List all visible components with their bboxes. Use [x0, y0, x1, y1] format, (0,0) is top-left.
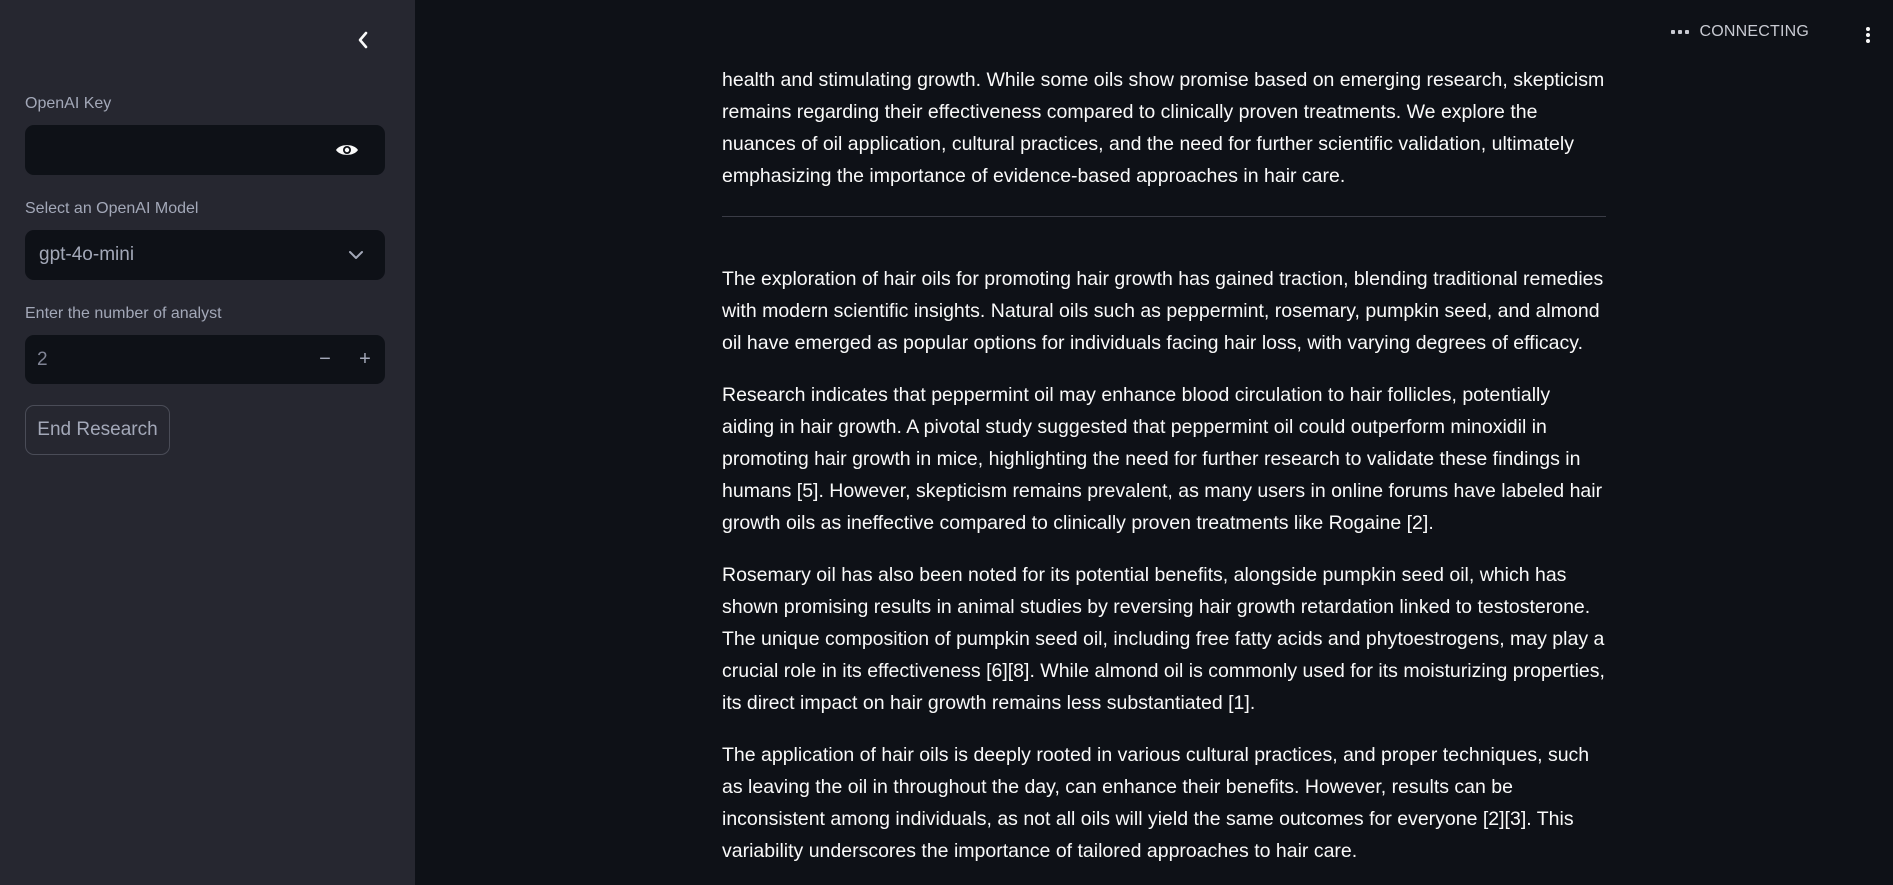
chevron-down-icon	[347, 246, 365, 264]
openai-key-label: OpenAI Key	[25, 95, 112, 112]
report-paragraph: The application of hair oils is deeply r…	[722, 744, 1590, 862]
collapse-sidebar-button[interactable]	[351, 28, 375, 52]
model-select[interactable]: gpt-4o-mini	[25, 230, 385, 280]
report-paragraph: Rosemary oil has also been noted for its…	[722, 564, 1605, 714]
top-toolbar: CONNECTING	[1633, 0, 1893, 70]
openai-key-input[interactable]	[25, 125, 315, 175]
end-research-button[interactable]: End Research	[25, 405, 170, 455]
main-menu-button[interactable]	[1863, 24, 1873, 46]
analyst-count-stepper: 2 − +	[25, 335, 385, 384]
analyst-count-label: Enter the number of analyst	[25, 305, 222, 322]
eye-icon	[336, 145, 358, 155]
sidebar: OpenAI Key Select an OpenAI Model gpt-4o…	[0, 0, 415, 885]
increment-button[interactable]: +	[345, 336, 385, 384]
report-content: health and stimulating growth. While som…	[722, 64, 1606, 885]
ellipsis-icon	[1671, 30, 1690, 34]
report-paragraph: Research indicates that peppermint oil m…	[722, 384, 1603, 534]
connection-status: CONNECTING	[1671, 23, 1809, 41]
decrement-button[interactable]: −	[305, 336, 345, 384]
model-select-label: Select an OpenAI Model	[25, 200, 199, 217]
chevron-left-icon	[358, 31, 368, 49]
main-content: CONNECTING health and stimulating growth…	[415, 0, 1893, 885]
show-password-button[interactable]	[335, 139, 359, 161]
connection-status-text: CONNECTING	[1699, 23, 1809, 40]
model-select-value: gpt-4o-mini	[39, 244, 135, 265]
divider	[722, 216, 1606, 217]
kebab-menu-icon	[1866, 27, 1870, 31]
intro-paragraph: health and stimulating growth. While som…	[722, 69, 1605, 187]
report-paragraph: The exploration of hair oils for promoti…	[722, 268, 1604, 354]
analyst-count-input[interactable]: 2	[25, 349, 305, 371]
app: OpenAI Key Select an OpenAI Model gpt-4o…	[0, 0, 1893, 885]
openai-key-field	[25, 125, 385, 175]
